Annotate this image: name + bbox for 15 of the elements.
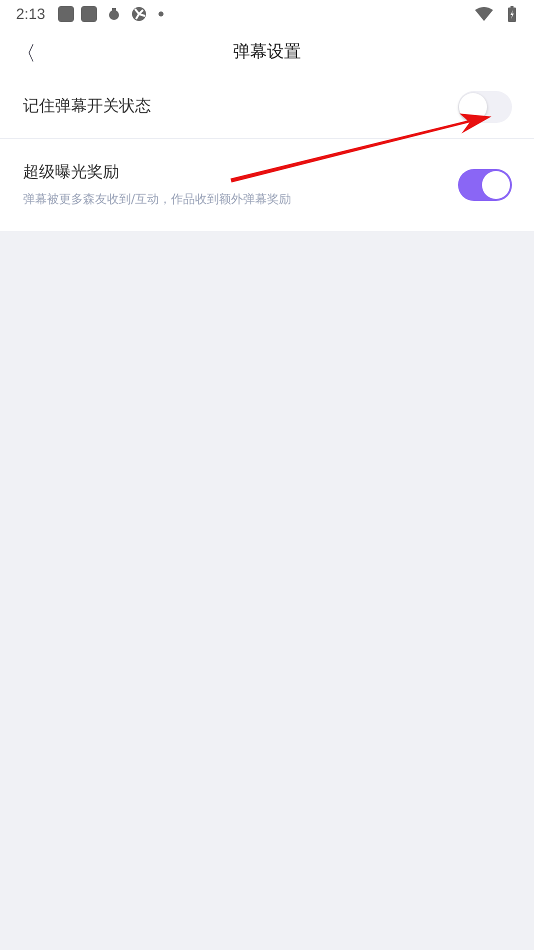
notification-icon xyxy=(58,6,74,22)
notification-icon xyxy=(108,7,120,21)
back-button[interactable]: 〈 xyxy=(12,36,40,71)
setting-label: 超级曝光奖励 xyxy=(23,162,120,183)
ball-icon xyxy=(131,6,148,22)
wifi-icon xyxy=(475,7,493,21)
page-title: 弹幕设置 xyxy=(233,41,301,63)
setting-label: 记住弹幕开关状态 xyxy=(23,96,152,117)
toggle-switch[interactable] xyxy=(458,169,512,201)
notification-icon xyxy=(81,6,98,22)
toggle-switch[interactable] xyxy=(458,90,512,122)
battery-icon xyxy=(508,6,516,22)
setting-description: 弹幕被更多森友收到/互动，作品收到额外弹幕奖励 xyxy=(23,191,292,208)
status-time: 2:13 xyxy=(16,6,46,22)
dot-icon xyxy=(158,11,164,17)
